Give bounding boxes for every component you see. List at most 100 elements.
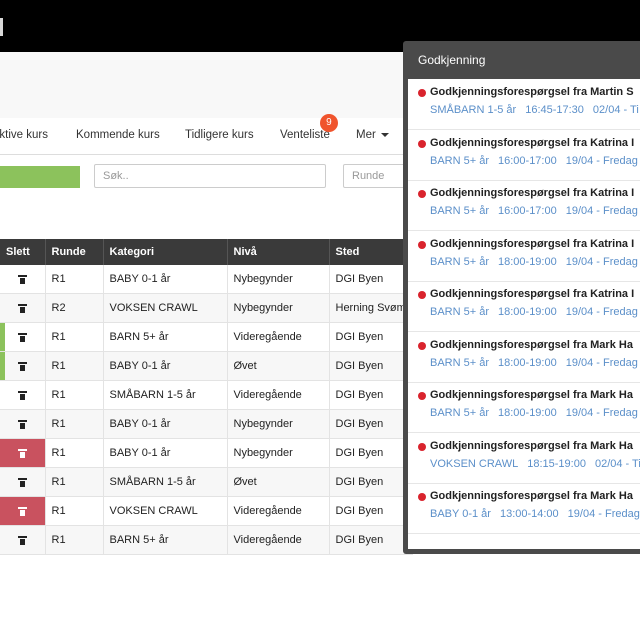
notification-time: 16:00-17:00 <box>498 154 557 167</box>
column-header-runde[interactable]: Runde <box>45 239 104 265</box>
notification-category: BABY 0-1 år <box>430 508 491 520</box>
unread-dot-icon <box>418 291 426 299</box>
column-header-slett[interactable]: Slett <box>0 239 46 265</box>
column-header-niva[interactable]: Nivå <box>227 239 330 265</box>
cell-sted: DGI Byen <box>329 265 413 294</box>
notification-details: BARN 5+ år 16:00-17:00 19/04 - Fredag <box>430 205 640 217</box>
notification-category: BARN 5+ år <box>430 407 489 419</box>
notification-title: Godkjenningsforespørgsel fra Mark Ha <box>430 439 633 452</box>
notification-item[interactable]: Godkjenningsforespørgsel fra Katrina I BA… <box>408 281 640 332</box>
delete-cell[interactable] <box>0 265 46 294</box>
delete-cell[interactable] <box>0 467 46 497</box>
unread-dot-icon <box>418 240 426 249</box>
notification-item[interactable]: Godkjenningsforespørgsel fra Martin S SMÅ… <box>408 79 640 130</box>
notification-date: 19/04 - Fredag <box>565 205 638 217</box>
trash-icon[interactable] <box>17 535 27 545</box>
notification-details: BABY 0-1 år 13:00-14:00 19/04 - Fredag <box>430 508 640 520</box>
panel-title: Godkjenning <box>418 53 486 67</box>
table-row[interactable]: R1 VOKSEN CRAWL Videregående DGI Byen <box>0 496 413 526</box>
delete-cell[interactable] <box>0 322 46 352</box>
search-input[interactable] <box>94 164 326 188</box>
trash-icon[interactable] <box>17 361 27 371</box>
notification-item[interactable]: Godkjenningsforespørgsel fra Katrina I BA… <box>408 130 640 181</box>
notification-item[interactable]: Godkjenningsforespørgsel fra Mark Ha BABY… <box>408 483 640 534</box>
notification-time: 18:15-19:00 <box>527 457 586 470</box>
table-row[interactable]: R1 BARN 5+ år Videregående DGI Byen <box>0 322 413 352</box>
tab-kommende-kurs[interactable]: Kommende kurs <box>76 129 160 141</box>
notification-date: 19/04 - Fredag <box>565 356 638 369</box>
venteliste-count-badge: 9 <box>319 114 338 132</box>
notification-time: 18:00-19:00 <box>498 306 557 318</box>
notification-title: Godkjenningsforespørgsel fra Katrina I <box>430 187 635 199</box>
cell-kategori: BABY 0-1 år <box>103 438 228 468</box>
notification-title: Godkjenningsforespørgsel fra Katrina I <box>430 237 635 250</box>
notification-date: 02/04 - Ti <box>594 457 640 470</box>
delete-cell[interactable] <box>0 525 46 555</box>
trash-icon[interactable] <box>17 303 27 313</box>
cell-runde: R1 <box>45 438 104 468</box>
notification-details: BARN 5+ år 18:00-19:00 19/04 - Fredag <box>430 407 640 419</box>
unread-dot-icon <box>418 190 426 198</box>
table-row[interactable]: R1 BABY 0-1 år Nybegynder DGI Byen <box>0 438 413 468</box>
table-row[interactable]: R1 SMÅBARN 1-5 år Videregående DGI Byen <box>0 380 413 410</box>
notification-category: BARN 5+ år <box>430 306 489 318</box>
delete-cell[interactable] <box>0 380 46 410</box>
cell-kategori: BABY 0-1 år <box>103 409 228 439</box>
cell-niva: Videregående <box>227 322 330 352</box>
add-course-button[interactable] <box>0 166 80 188</box>
trash-icon[interactable] <box>17 419 27 429</box>
column-header-kategori[interactable]: Kategori <box>103 239 228 265</box>
cell-kategori: SMÅBARN 1-5 år <box>103 467 228 497</box>
table-row[interactable]: R1 BABY 0-1 år Øvet DGI Byen <box>0 351 413 381</box>
notification-title: Godkjenningsforespørgsel fra Mark Ha <box>430 338 633 351</box>
notification-title: Godkjenningsforespørgsel fra Mark Ha <box>430 490 633 502</box>
cell-niva: Nybegynder <box>227 409 330 439</box>
notification-details: SMÅBARN 1-5 år 16:45-17:30 02/04 - Ti <box>430 104 640 116</box>
cell-sted: DGI Byen <box>329 496 413 526</box>
delete-cell[interactable] <box>0 496 46 526</box>
tab-venteliste[interactable]: Venteliste 9 <box>280 114 338 141</box>
trash-icon[interactable] <box>17 390 27 400</box>
delete-cell[interactable] <box>0 438 46 468</box>
notification-time: 16:45-17:30 <box>525 104 584 116</box>
trash-icon[interactable] <box>17 477 27 487</box>
delete-cell[interactable] <box>0 351 46 381</box>
notification-item[interactable]: Godkjenningsforespørgsel fra Katrina I BA… <box>408 231 640 282</box>
table-row[interactable]: R1 BABY 0-1 år Nybegynder DGI Byen <box>0 265 413 294</box>
table-row[interactable]: R2 VOKSEN CRAWL Nybegynder Herning Svøm <box>0 293 413 323</box>
trash-icon[interactable] <box>17 448 27 458</box>
unread-dot-icon <box>418 493 426 501</box>
table-row[interactable]: R1 BARN 5+ år Videregående DGI Byen <box>0 525 413 555</box>
notification-date: 19/04 - Fredag <box>565 407 638 419</box>
tab-tidligere-kurs[interactable]: Tidligere kurs <box>185 129 254 141</box>
navbar-edge-marker <box>0 18 3 36</box>
cell-niva: Nybegynder <box>227 293 330 323</box>
delete-cell[interactable] <box>0 293 46 323</box>
notification-title: Godkjenningsforespørgsel fra Katrina I <box>430 288 635 300</box>
notification-item[interactable]: Godkjenningsforespørgsel fra Mark Ha VOKS… <box>408 433 640 484</box>
tab-aktive-kurs[interactable]: ktive kurs <box>0 129 48 141</box>
notification-details: BARN 5+ år 18:00-19:00 19/04 - Fredag <box>430 357 640 369</box>
notification-time: 18:00-19:00 <box>498 356 557 369</box>
notification-category: SMÅBARN 1-5 år <box>430 104 517 116</box>
cell-niva: Nybegynder <box>227 438 330 468</box>
table-row[interactable]: R1 SMÅBARN 1-5 år Øvet DGI Byen <box>0 467 413 497</box>
trash-icon[interactable] <box>17 274 27 284</box>
cell-niva: Øvet <box>227 467 330 497</box>
notification-item[interactable]: Godkjenningsforespørgsel fra Mark Ha BARN… <box>408 332 640 383</box>
cell-sted: Herning Svøm <box>329 293 413 323</box>
column-header-sted[interactable]: Sted <box>329 239 413 265</box>
table-header-row: Slett Runde Kategori Nivå Sted <box>0 239 413 265</box>
notification-item[interactable]: Godkjenningsforespørgsel fra Mark Ha BARN… <box>408 382 640 433</box>
notification-category: BARN 5+ år <box>430 154 489 167</box>
notification-date: 02/04 - Ti <box>592 104 639 116</box>
notification-item[interactable]: Godkjenningsforespørgsel fra Katrina I BA… <box>408 180 640 231</box>
cell-kategori: VOKSEN CRAWL <box>103 496 228 526</box>
table-row[interactable]: R1 BABY 0-1 år Nybegynder DGI Byen <box>0 409 413 439</box>
tab-mer[interactable]: Mer <box>356 129 389 141</box>
trash-icon[interactable] <box>17 332 27 342</box>
cell-runde: R1 <box>45 380 104 410</box>
delete-cell[interactable] <box>0 409 46 439</box>
trash-icon[interactable] <box>17 506 27 516</box>
cell-runde: R1 <box>45 322 104 352</box>
